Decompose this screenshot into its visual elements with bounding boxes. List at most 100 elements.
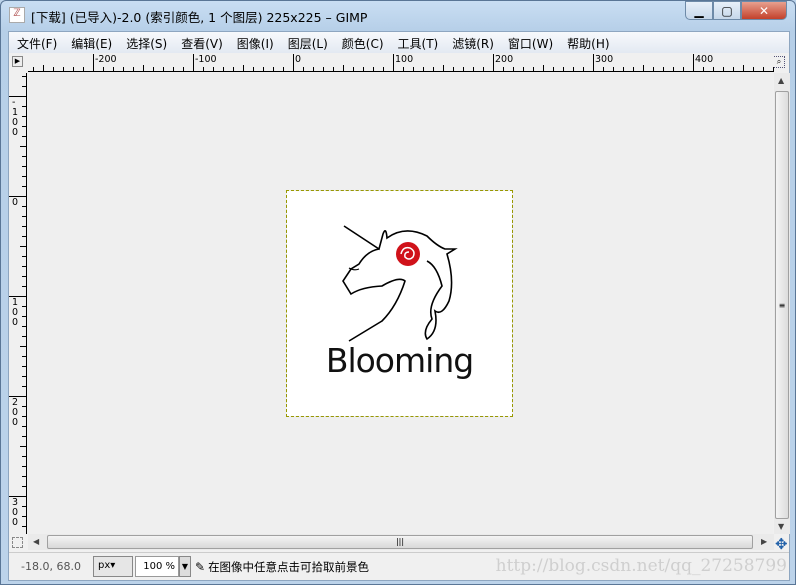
menu-colors[interactable]: 颜色(C) (342, 32, 384, 53)
ruler-label: 200 (495, 54, 514, 65)
vertical-scroll-thumb[interactable]: ≡ (775, 91, 789, 519)
ruler-tick (503, 67, 504, 71)
ruler-tick (263, 67, 264, 71)
horizontal-ruler[interactable]: -200 -100 0 100 200 300 400 (28, 54, 774, 72)
ruler-tick (593, 54, 594, 71)
scroll-up-icon[interactable]: ▲ (778, 76, 784, 85)
scroll-right-icon[interactable]: ▶ (761, 537, 767, 546)
horizontal-scrollbar[interactable]: ◀ ||| ▶ (28, 534, 774, 550)
quick-mask-toggle[interactable] (12, 537, 23, 548)
ruler-label: 400 (695, 54, 714, 65)
ruler-tick (763, 67, 764, 71)
scroll-down-icon[interactable]: ▼ (778, 522, 784, 531)
ruler-tick (663, 67, 664, 71)
scroll-left-icon[interactable]: ◀ (33, 537, 39, 546)
ruler-tick (683, 67, 684, 71)
ruler-tick (473, 67, 474, 71)
ruler-tick (22, 266, 26, 267)
ruler-tick (20, 146, 26, 147)
ruler-tick (233, 67, 234, 71)
ruler-tick (703, 67, 704, 71)
ruler-tick (283, 67, 284, 71)
ruler-label: 100 (395, 54, 414, 65)
ruler-tick (20, 346, 26, 347)
ruler-tick (193, 54, 194, 71)
ruler-tick (393, 54, 394, 71)
ruler-tick (113, 67, 114, 71)
ruler-tick (453, 67, 454, 71)
ruler-tick (533, 67, 534, 71)
menu-layer[interactable]: 图层(L) (288, 32, 328, 53)
gimp-window: ℤ [下载] (已导入)-2.0 (索引颜色, 1 个图层) 225x225 –… (0, 0, 796, 585)
vertical-scrollbar[interactable]: ▲ ≡ ▼ (774, 73, 790, 534)
status-message: 在图像中任意点击可拾取前景色 (208, 559, 370, 574)
ruler-tick (22, 76, 26, 77)
ruler-tick (213, 67, 214, 71)
ruler-tick (413, 67, 414, 71)
vertical-ruler[interactable]: -100 0 100 200 300 (9, 73, 27, 534)
menu-select[interactable]: 选择(S) (126, 32, 167, 53)
ruler-tick (22, 476, 26, 477)
ruler-tick (163, 67, 164, 71)
menu-edit[interactable]: 编辑(E) (71, 32, 112, 53)
image-layer[interactable]: Blooming (286, 190, 513, 417)
ruler-tick (203, 67, 204, 71)
ruler-tick (63, 67, 64, 71)
close-button[interactable]: ✕ (741, 1, 787, 20)
ruler-tick (333, 67, 334, 71)
menu-help[interactable]: 帮助(H) (567, 32, 609, 53)
zoom-field[interactable]: 100 % (135, 556, 179, 577)
ruler-tick (633, 67, 634, 71)
menu-view[interactable]: 查看(V) (181, 32, 223, 53)
ruler-label: -100 (12, 97, 19, 138)
ruler-label: 300 (12, 497, 19, 528)
ruler-tick (22, 236, 26, 237)
ruler-tick (22, 166, 26, 167)
ruler-tick (603, 67, 604, 71)
ruler-tick (22, 366, 26, 367)
unit-value: px (98, 560, 111, 571)
menu-windows[interactable]: 窗口(W) (508, 32, 553, 53)
ruler-tick (773, 67, 774, 71)
minimize-button[interactable]: ▁ (685, 1, 713, 20)
maximize-button[interactable]: ▢ (713, 1, 741, 20)
ruler-tick (22, 386, 26, 387)
ruler-tick (403, 67, 404, 71)
ruler-label: 300 (595, 54, 614, 65)
ruler-label: 0 (12, 197, 19, 208)
image-canvas[interactable]: Blooming (28, 73, 773, 534)
ruler-tick (693, 54, 694, 71)
ruler-tick (22, 286, 26, 287)
ruler-tick (563, 67, 564, 71)
menu-filters[interactable]: 滤镜(R) (452, 32, 494, 53)
ruler-tick (173, 67, 174, 71)
ruler-label: -200 (95, 54, 117, 65)
ruler-tick (22, 336, 26, 337)
logo-text: Blooming (325, 341, 474, 380)
unit-select[interactable]: px▾ (93, 556, 133, 577)
ruler-tick (383, 67, 384, 71)
close-icon: ✕ (758, 3, 770, 18)
ruler-tick (613, 67, 614, 71)
horizontal-scroll-thumb[interactable]: ||| (47, 535, 753, 549)
maximize-icon: ▢ (721, 3, 733, 18)
navigate-icon[interactable]: ✥ (775, 535, 788, 553)
ruler-tick (303, 67, 304, 71)
ruler-tick (623, 67, 624, 71)
menu-file[interactable]: 文件(F) (17, 32, 57, 53)
ruler-tick (22, 186, 26, 187)
status-bar: -18.0, 68.0 px▾ 100 % ▼ ✎ 在图像中任意点击可拾取前景色… (9, 552, 789, 580)
watermark: http://blog.csdn.net/qq_27258799 (495, 556, 787, 576)
zoom-dropdown-icon[interactable]: ▼ (179, 556, 191, 577)
ruler-tick (22, 406, 26, 407)
menu-image[interactable]: 图像(I) (237, 32, 274, 53)
ruler-tick (22, 526, 26, 527)
ruler-tick (643, 65, 644, 71)
ruler-tick (273, 67, 274, 71)
ruler-label: 0 (295, 54, 302, 65)
zoom-image-icon[interactable]: ⌕ (773, 56, 785, 68)
ruler-tick (22, 206, 26, 207)
menu-tools[interactable]: 工具(T) (398, 32, 439, 53)
ruler-tick (22, 136, 26, 137)
image-menu-button[interactable]: ▶ (12, 56, 23, 67)
